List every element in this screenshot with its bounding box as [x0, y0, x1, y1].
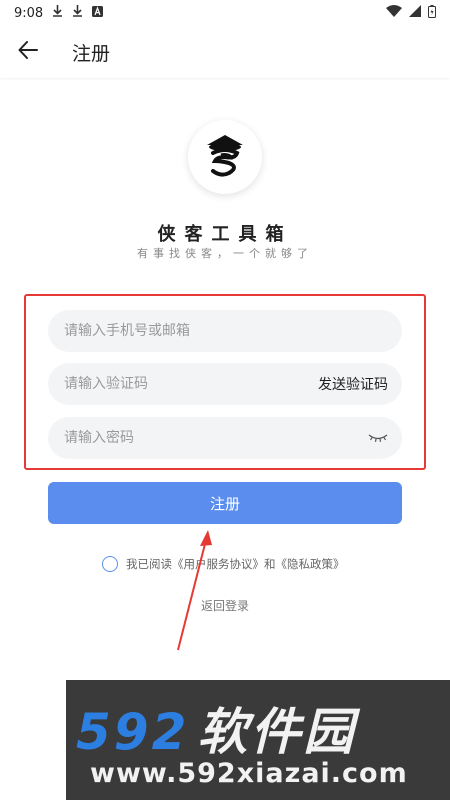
agreement-row: 我已阅读《用户服务协议》和《隐私政策》 — [102, 556, 345, 572]
battery-icon — [428, 4, 436, 22]
verification-code-field[interactable]: 发送验证码 — [48, 363, 402, 405]
watermark-logo: 592 软件园 — [76, 692, 356, 764]
phone-email-input[interactable] — [62, 322, 388, 340]
password-field[interactable] — [48, 417, 402, 459]
status-bar: 9:08 — [0, 0, 450, 26]
wifi-icon — [386, 5, 402, 21]
app-name: 侠客工具箱 — [157, 224, 293, 245]
back-to-login-link[interactable]: 返回登录 — [0, 597, 450, 614]
watermark-cn: 软件园 — [197, 703, 357, 761]
register-button[interactable]: 注册 — [48, 482, 402, 524]
signal-icon — [409, 5, 421, 21]
send-code-button[interactable]: 发送验证码 — [318, 374, 388, 394]
verification-code-input[interactable] — [62, 375, 318, 393]
agreement-radio[interactable] — [102, 556, 118, 572]
status-left: 9:08 — [14, 5, 104, 21]
watermark-banner: 592 软件园 www.592xiazai.com — [66, 680, 450, 800]
app-slogan: 有事找侠客，一个就够了 — [137, 247, 313, 260]
status-time: 9:08 — [14, 5, 44, 21]
download-icon — [52, 5, 63, 21]
eye-closed-icon[interactable] — [368, 433, 388, 443]
status-right — [386, 4, 436, 22]
watermark-url: www.592xiazai.com — [90, 758, 408, 789]
arrow-left-icon — [18, 41, 38, 63]
app-logo — [188, 120, 262, 194]
back-button[interactable] — [0, 26, 56, 78]
swordsman-hat-icon — [207, 135, 243, 177]
password-input[interactable] — [62, 429, 368, 447]
phone-email-field[interactable] — [48, 310, 402, 352]
watermark-number: 592 — [76, 703, 190, 761]
app-bar: 注册 — [0, 26, 450, 78]
app-a-icon — [92, 5, 104, 21]
agreement-text[interactable]: 我已阅读《用户服务协议》和《隐私政策》 — [126, 556, 345, 572]
page-title: 注册 — [72, 42, 111, 65]
download-icon — [72, 5, 83, 21]
